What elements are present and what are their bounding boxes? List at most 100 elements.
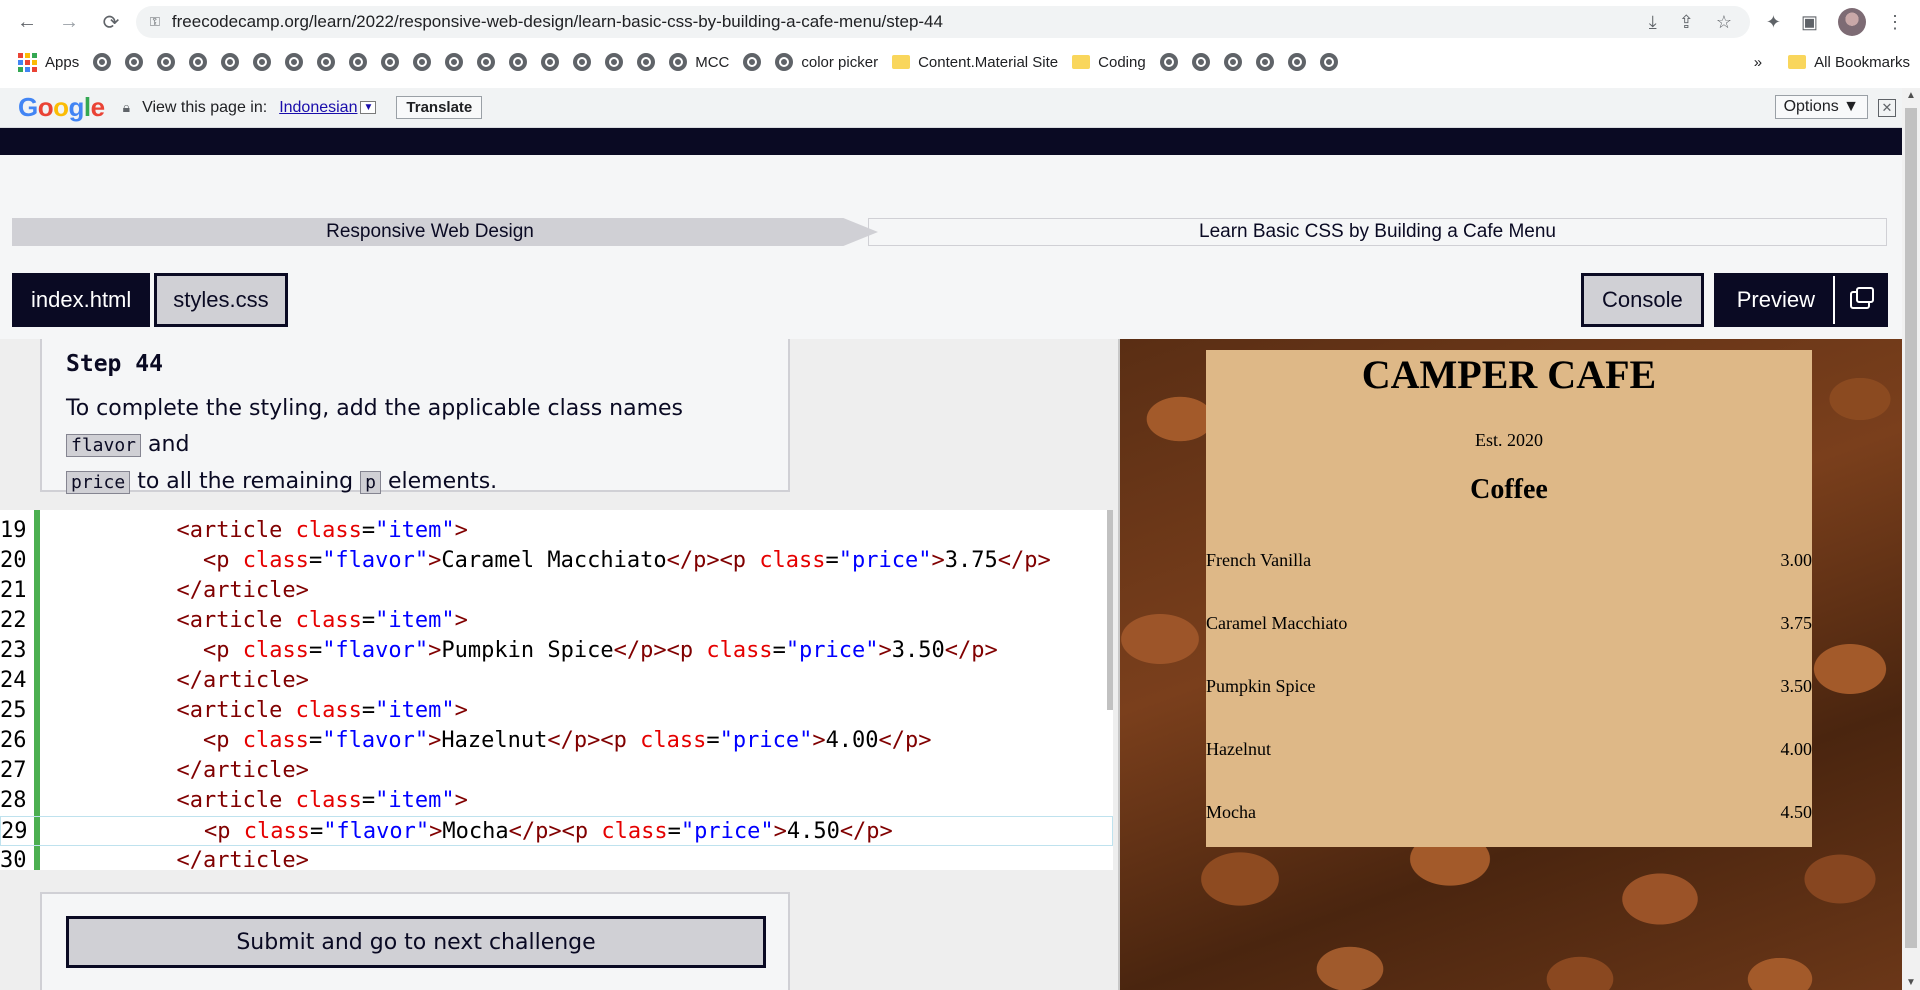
- share-icon[interactable]: ⇪: [1679, 12, 1694, 33]
- step-description: To complete the styling, add the applica…: [66, 391, 764, 501]
- popout-window-icon[interactable]: [1833, 276, 1885, 324]
- bookmark-globe[interactable]: [349, 53, 368, 71]
- menu-item: Mocha 4.50: [1206, 802, 1812, 826]
- bookmark-globe[interactable]: [413, 53, 432, 71]
- folder-icon: [1788, 55, 1807, 69]
- code-line[interactable]: 20 <p class="flavor">Caramel Macchiato</…: [0, 546, 1113, 576]
- inline-code: p: [360, 471, 381, 494]
- bookmark-content-material-label: Content.Material Site: [918, 53, 1059, 71]
- code-line[interactable]: 23 <p class="flavor">Pumpkin Spice</p><p…: [0, 636, 1113, 666]
- globe-icon: [413, 53, 432, 71]
- bookmark-star-icon[interactable]: ☆: [1716, 12, 1732, 33]
- code-text: <p class="flavor">Caramel Macchiato</p><…: [202, 548, 1051, 573]
- bookmark-globe[interactable]: [541, 53, 560, 71]
- bookmark-globe[interactable]: [1287, 53, 1306, 71]
- scrollbar-thumb[interactable]: [1905, 108, 1917, 948]
- code-text: <article class="item">: [176, 698, 468, 723]
- bookmark-globe[interactable]: [1191, 53, 1210, 71]
- cafe-menu: CAMPER CAFE Est. 2020 Coffee French Vani…: [1206, 350, 1812, 847]
- bookmark-apps[interactable]: Apps: [18, 52, 79, 72]
- all-bookmarks[interactable]: All Bookmarks: [1788, 54, 1910, 71]
- extensions-icon[interactable]: ✦: [1766, 12, 1781, 33]
- bookmark-mcc[interactable]: MCC: [669, 53, 729, 71]
- bookmark-folder-coding[interactable]: Coding: [1072, 54, 1146, 71]
- page-scrollbar[interactable]: ▲ ▼: [1902, 88, 1920, 990]
- bookmark-globe[interactable]: [157, 53, 176, 71]
- submit-panel: Submit and go to next challenge: [40, 892, 790, 990]
- bookmark-globe[interactable]: [1255, 53, 1274, 71]
- menu-section-title: Coffee: [1470, 474, 1548, 505]
- bookmark-globe[interactable]: [221, 53, 240, 71]
- breadcrumb-block[interactable]: Learn Basic CSS by Building a Cafe Menu: [868, 218, 1887, 246]
- scroll-down-icon[interactable]: ▼: [1906, 977, 1916, 988]
- translate-options-button[interactable]: Options ▼: [1774, 95, 1868, 119]
- forward-arrow-icon[interactable]: →: [54, 7, 84, 37]
- bookmark-globe[interactable]: [477, 53, 496, 71]
- close-icon[interactable]: ✕: [1878, 99, 1896, 117]
- code-line[interactable]: 29 <p class="flavor">Mocha</p><p class="…: [0, 816, 1113, 846]
- code-line[interactable]: 21 </article>: [0, 576, 1113, 606]
- globe-icon: [445, 53, 464, 71]
- dropdown-caret-icon[interactable]: ▼: [360, 101, 377, 114]
- scroll-up-icon[interactable]: ▲: [1906, 90, 1916, 101]
- back-arrow-icon[interactable]: ←: [12, 7, 42, 37]
- reload-icon[interactable]: ⟳: [96, 7, 126, 37]
- globe-icon: [509, 53, 528, 71]
- submit-button[interactable]: Submit and go to next challenge: [66, 916, 766, 968]
- side-panel-icon[interactable]: ▣: [1801, 12, 1818, 33]
- globe-icon: [1191, 53, 1210, 71]
- file-tabs: index.html styles.css: [12, 273, 288, 327]
- menu-item-flavor: French Vanilla: [1206, 550, 1312, 570]
- more-menu-icon[interactable]: ⋮: [1886, 12, 1904, 33]
- bookmark-color-picker[interactable]: color picker: [775, 53, 878, 71]
- code-line[interactable]: 19 <article class="item">: [0, 516, 1113, 546]
- code-text: </article>: [176, 668, 309, 693]
- tab-index-html[interactable]: index.html: [12, 273, 151, 327]
- bookmark-folder-content-material[interactable]: Content.Material Site: [892, 54, 1058, 71]
- bookmark-globe[interactable]: [381, 53, 400, 71]
- menu-item-flavor: Caramel Macchiato: [1206, 613, 1348, 633]
- code-line[interactable]: 30 </article>: [0, 846, 1113, 876]
- line-number: 28: [0, 788, 27, 813]
- language-select[interactable]: Indonesian: [279, 99, 357, 117]
- preview-button[interactable]: Preview: [1713, 273, 1888, 327]
- code-line[interactable]: 27 </article>: [0, 756, 1113, 786]
- bookmark-globe[interactable]: [93, 53, 112, 71]
- code-line[interactable]: 22 <article class="item">: [0, 606, 1113, 636]
- apps-grid-icon: [18, 52, 37, 72]
- code-line[interactable]: 25 <article class="item">: [0, 696, 1113, 726]
- bookmark-globe[interactable]: [637, 53, 656, 71]
- url-text[interactable]: freecodecamp.org/learn/2022/responsive-w…: [172, 12, 943, 32]
- bookmark-globe[interactable]: [285, 53, 304, 71]
- code-editor[interactable]: 19 <article class="item"> 20 <p class="fl…: [0, 510, 1113, 873]
- tab-styles-css[interactable]: styles.css: [154, 273, 288, 327]
- globe-icon: [317, 53, 336, 71]
- globe-icon: [743, 53, 762, 71]
- bookmark-globe[interactable]: [445, 53, 464, 71]
- bookmark-globe[interactable]: [1319, 53, 1338, 71]
- bookmark-globe[interactable]: [317, 53, 336, 71]
- code-line[interactable]: 26 <p class="flavor">Hazelnut</p><p clas…: [0, 726, 1113, 756]
- menu-item-price: 4.50: [1780, 802, 1813, 822]
- bookmark-globe[interactable]: [1159, 53, 1178, 71]
- bookmark-color-picker-label: color picker: [801, 53, 879, 71]
- console-button[interactable]: Console: [1581, 273, 1704, 327]
- breadcrumb-superblock[interactable]: Responsive Web Design: [12, 218, 878, 246]
- bookmark-globe[interactable]: [743, 53, 762, 71]
- profile-avatar[interactable]: [1838, 8, 1866, 36]
- bookmark-globe[interactable]: [189, 53, 208, 71]
- code-line[interactable]: 24 </article>: [0, 666, 1113, 696]
- bookmark-globe[interactable]: [573, 53, 592, 71]
- folder-icon: [892, 55, 911, 69]
- bookmark-globe[interactable]: [1223, 53, 1242, 71]
- bookmarks-overflow-chevron[interactable]: »: [1754, 54, 1762, 71]
- install-app-icon[interactable]: ⤓: [1649, 12, 1657, 33]
- bookmark-globe[interactable]: [605, 53, 624, 71]
- bookmark-globe[interactable]: [509, 53, 528, 71]
- code-line[interactable]: 28 <article class="item">: [0, 786, 1113, 816]
- site-info-icon[interactable]: ⚿: [150, 14, 160, 30]
- translate-button[interactable]: Translate: [396, 96, 483, 119]
- bookmark-globe[interactable]: [253, 53, 272, 71]
- bookmark-globe[interactable]: [125, 53, 144, 71]
- address-bar[interactable]: ⚿ freecodecamp.org/learn/2022/responsive…: [136, 6, 1750, 38]
